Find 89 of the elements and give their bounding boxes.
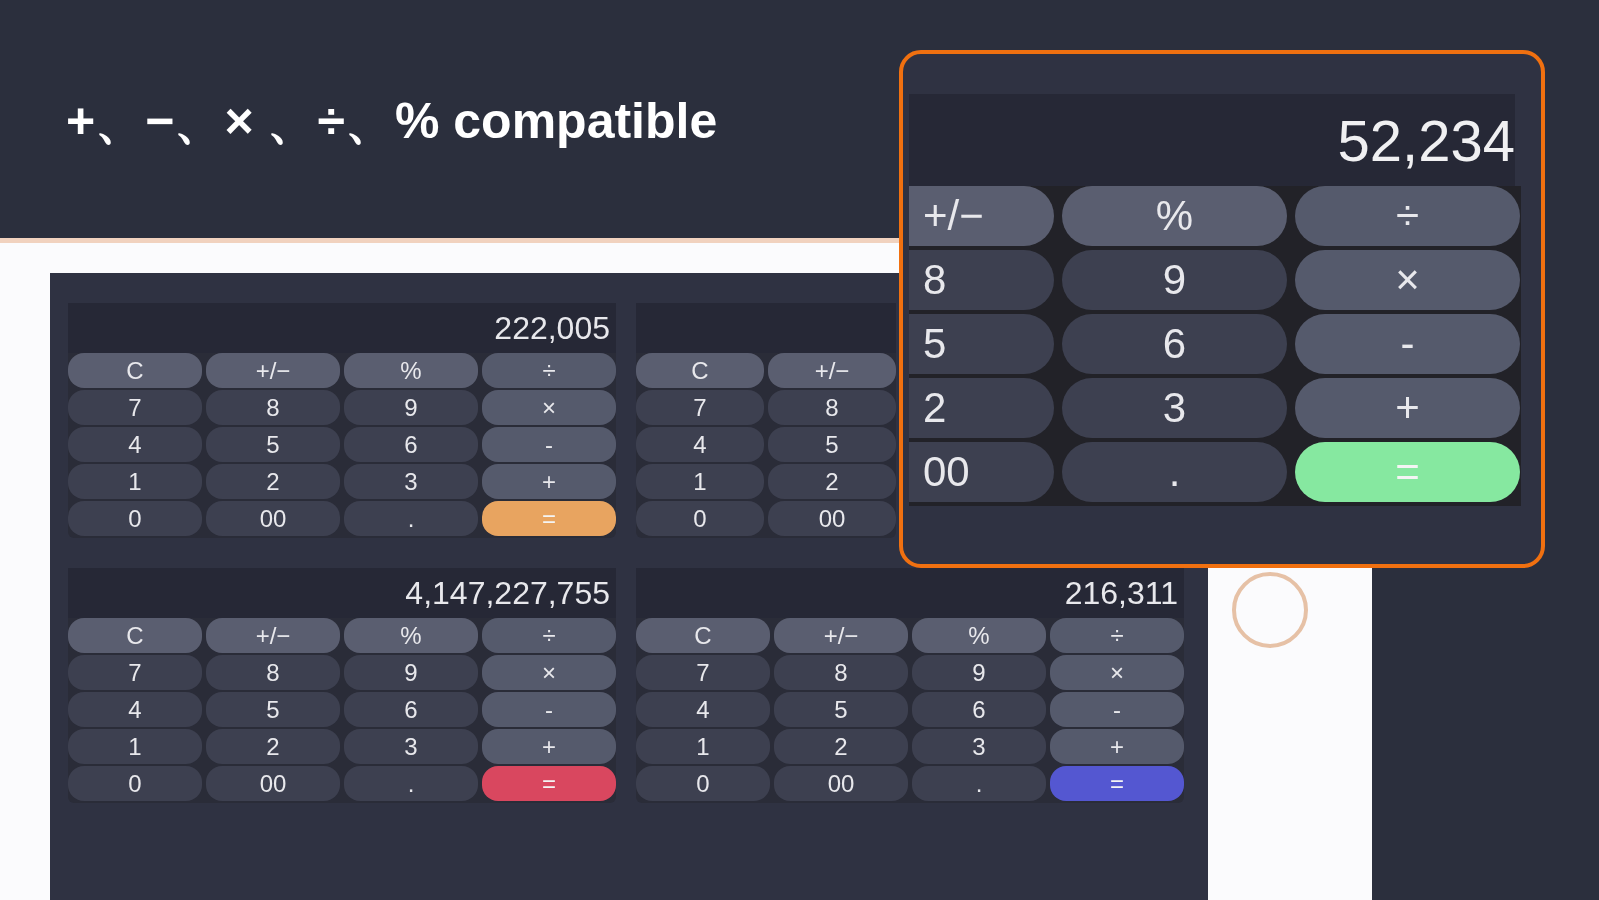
- calculator-key[interactable]: -: [482, 692, 616, 727]
- calculator-key[interactable]: 00: [774, 766, 908, 801]
- calculator-key[interactable]: 0: [636, 501, 764, 536]
- calculator-key[interactable]: ×: [1050, 655, 1184, 690]
- calculator-key[interactable]: 7: [636, 390, 764, 425]
- calculator-key[interactable]: 00: [206, 766, 340, 801]
- calculator-key[interactable]: 3: [344, 464, 478, 499]
- calculator-key[interactable]: 2: [206, 464, 340, 499]
- calculator-key[interactable]: 3: [344, 729, 478, 764]
- calculator-key[interactable]: 9: [912, 655, 1046, 690]
- calculator-key[interactable]: 9: [344, 390, 478, 425]
- calculator-key[interactable]: 4: [68, 692, 202, 727]
- calculator-key[interactable]: ÷: [1050, 618, 1184, 653]
- calculator-key[interactable]: 4: [636, 692, 770, 727]
- calculator-key[interactable]: 6: [344, 427, 478, 462]
- calculator-key[interactable]: 1: [636, 464, 764, 499]
- calculator-key[interactable]: 7: [68, 655, 202, 690]
- calculator-key[interactable]: +/−: [206, 618, 340, 653]
- calculator-key[interactable]: 8: [774, 655, 908, 690]
- calculator-key[interactable]: 00: [909, 442, 1054, 502]
- display-value: 4,147,227,755: [405, 574, 610, 612]
- calculator-key[interactable]: 2: [768, 464, 896, 499]
- calculator-key[interactable]: 8: [909, 250, 1054, 310]
- calculator-key[interactable]: 7: [68, 390, 202, 425]
- calculator-key[interactable]: -: [1050, 692, 1184, 727]
- calculator-key[interactable]: ÷: [482, 353, 616, 388]
- calculator-key[interactable]: -: [482, 427, 616, 462]
- calculator-key[interactable]: 1: [68, 464, 202, 499]
- calculator-key[interactable]: %: [912, 618, 1046, 653]
- calculator-key[interactable]: 6: [1062, 314, 1287, 374]
- calculator-key[interactable]: +/−: [768, 353, 896, 388]
- calculator-key[interactable]: 3: [912, 729, 1046, 764]
- calculator-key[interactable]: +: [482, 464, 616, 499]
- calculator-key[interactable]: 6: [344, 692, 478, 727]
- calculator-key[interactable]: C: [68, 618, 202, 653]
- display-value: 222,005: [494, 309, 610, 347]
- calculator-key[interactable]: .: [1062, 442, 1287, 502]
- calculator-key[interactable]: C: [68, 353, 202, 388]
- calculator-key[interactable]: =: [1050, 766, 1184, 801]
- calculator-key[interactable]: 8: [768, 390, 896, 425]
- calculator-key[interactable]: 2: [909, 378, 1054, 438]
- calculator-key[interactable]: 5: [774, 692, 908, 727]
- calculator-key[interactable]: +/−: [909, 186, 1054, 246]
- calculator-key[interactable]: .: [344, 501, 478, 536]
- calculator-key[interactable]: 9: [1062, 250, 1287, 310]
- calculator-key[interactable]: 1: [68, 729, 202, 764]
- calculator-key[interactable]: 5: [206, 427, 340, 462]
- display-value: 52,234: [1337, 106, 1515, 174]
- calculator-key[interactable]: +: [1295, 378, 1520, 438]
- headline: +、−、× 、÷、% compatible: [66, 93, 718, 149]
- calculator-key[interactable]: ×: [482, 655, 616, 690]
- calculator-key[interactable]: ×: [482, 390, 616, 425]
- calculator-key[interactable]: +/−: [206, 353, 340, 388]
- calculator-key[interactable]: 00: [768, 501, 896, 536]
- calculator-key[interactable]: 1: [636, 729, 770, 764]
- calculator-key[interactable]: 0: [68, 501, 202, 536]
- calculator-key[interactable]: 0: [636, 766, 770, 801]
- calculator-key[interactable]: 8: [206, 390, 340, 425]
- calculator-key[interactable]: ÷: [482, 618, 616, 653]
- calculator-key[interactable]: ÷: [1295, 186, 1520, 246]
- calculator-key[interactable]: +/−: [774, 618, 908, 653]
- display-value: 216,311: [1064, 574, 1178, 612]
- calculator-key[interactable]: 00: [206, 501, 340, 536]
- calculator-key[interactable]: 5: [768, 427, 896, 462]
- calculator-key[interactable]: +: [1050, 729, 1184, 764]
- calculator-key[interactable]: 0: [68, 766, 202, 801]
- calculator-key[interactable]: 7: [636, 655, 770, 690]
- calculator-key[interactable]: 5: [909, 314, 1054, 374]
- calculator-key[interactable]: %: [344, 618, 478, 653]
- calculator-key[interactable]: .: [344, 766, 478, 801]
- calculator-key[interactable]: C: [636, 353, 764, 388]
- calculator-key[interactable]: =: [482, 766, 616, 801]
- calculator-key[interactable]: %: [344, 353, 478, 388]
- home-button[interactable]: [1232, 572, 1308, 648]
- calculator-key[interactable]: 8: [206, 655, 340, 690]
- calculator-key[interactable]: 6: [912, 692, 1046, 727]
- calculator-key[interactable]: 5: [206, 692, 340, 727]
- calculator-key[interactable]: 4: [68, 427, 202, 462]
- calculator-key[interactable]: C: [636, 618, 770, 653]
- calculator-key[interactable]: -: [1295, 314, 1520, 374]
- calculator-key[interactable]: 9: [344, 655, 478, 690]
- calculator-key[interactable]: 2: [774, 729, 908, 764]
- calculator-key[interactable]: 4: [636, 427, 764, 462]
- calculator-key[interactable]: .: [912, 766, 1046, 801]
- calculator-key[interactable]: %: [1062, 186, 1287, 246]
- calculator-key[interactable]: +: [482, 729, 616, 764]
- calculator-key[interactable]: 3: [1062, 378, 1287, 438]
- calculator-key[interactable]: ×: [1295, 250, 1520, 310]
- calculator-key[interactable]: 2: [206, 729, 340, 764]
